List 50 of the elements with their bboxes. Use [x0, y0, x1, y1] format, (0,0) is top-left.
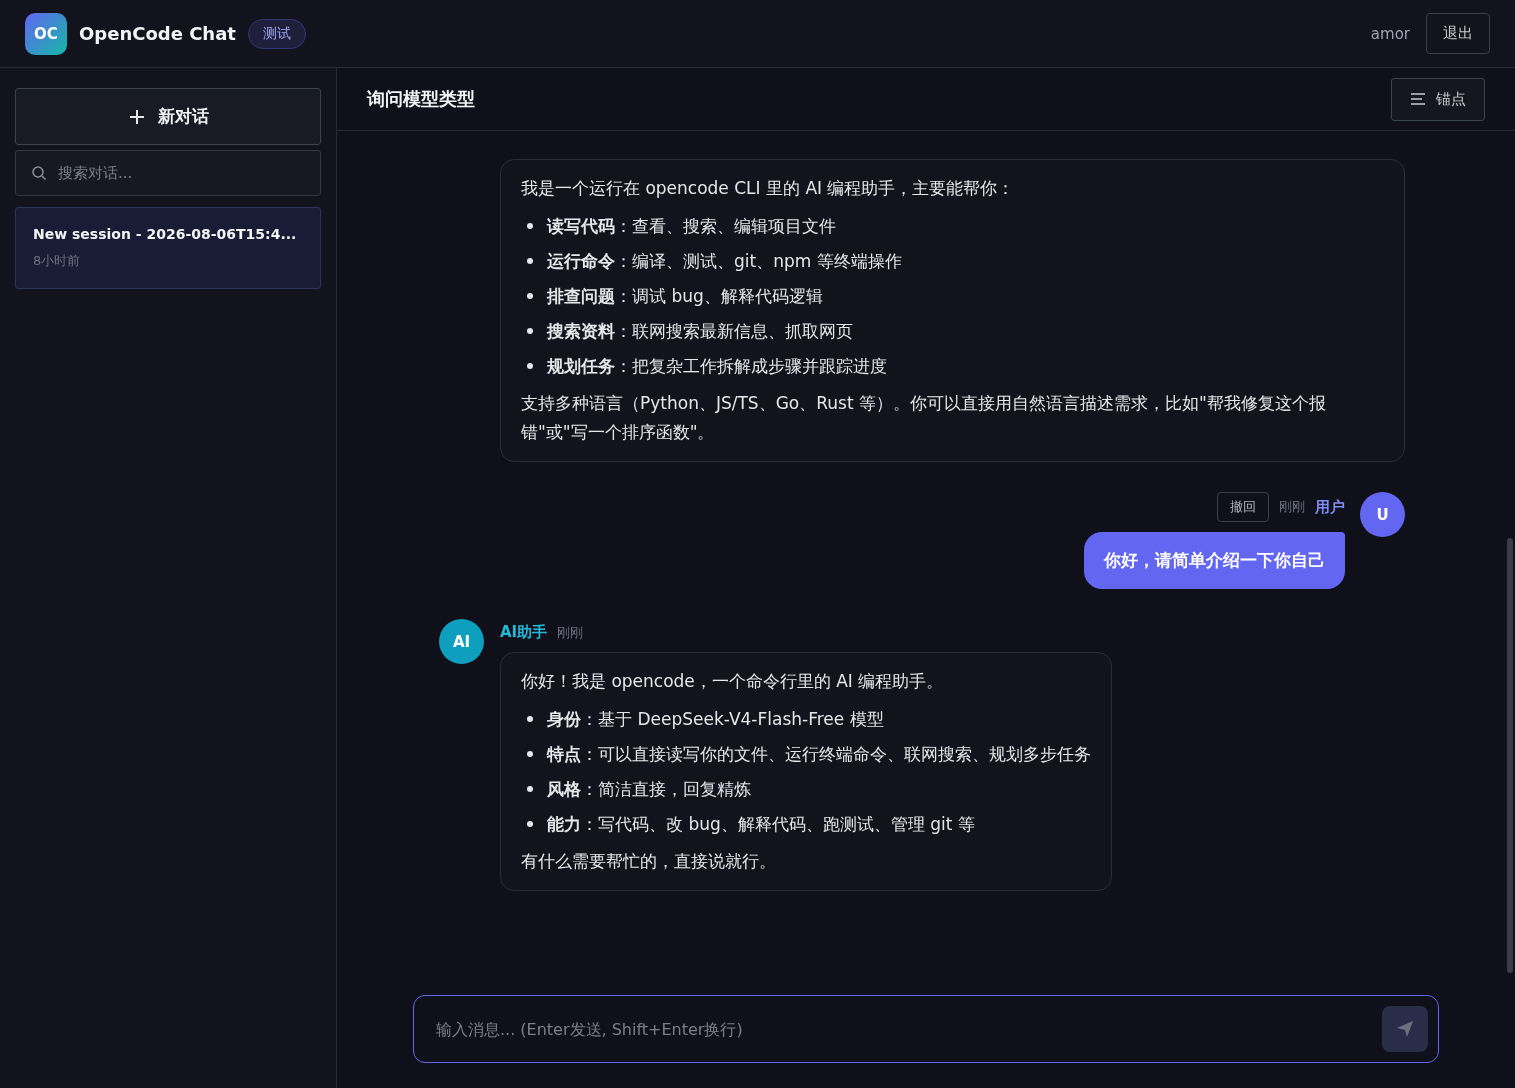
bullet-icon: [527, 786, 533, 792]
message-composer[interactable]: 输入消息... (Enter发送, Shift+Enter换行): [413, 995, 1439, 1063]
list-item-text: 排查问题：调试 bug、解释代码逻辑: [547, 285, 823, 308]
message-time: 刚刚: [1279, 498, 1305, 516]
message-paragraph: 我是一个运行在 opencode CLI 里的 AI 编程助手，主要能帮你：: [521, 177, 1016, 200]
bullet-icon: [527, 258, 533, 264]
sender-name: 用户: [1315, 497, 1345, 517]
list-item-text: 运行命令：编译、测试、git、npm 等终端操作: [547, 250, 902, 273]
assistant-avatar: AI: [439, 619, 484, 664]
search-field[interactable]: 搜索对话...: [15, 150, 321, 196]
list-item-text: 规划任务：把复杂工作拆解成步骤并跟踪进度: [547, 355, 887, 378]
list-item-text: 特点：可以直接读写你的文件、运行终端命令、联网搜索、规划多步任务: [547, 743, 1091, 766]
bullet-icon: [527, 821, 533, 827]
bullet-icon: [527, 328, 533, 334]
logout-button[interactable]: 退出: [1426, 13, 1490, 54]
message-time: 刚刚: [557, 623, 584, 642]
anchor-button[interactable]: 锚点: [1391, 77, 1485, 121]
send-button[interactable]: [1382, 1006, 1428, 1052]
bullet-icon: [527, 751, 533, 757]
bullet-icon: [527, 293, 533, 299]
search-icon: [31, 165, 47, 181]
app-logo: OC: [25, 12, 67, 55]
bullet-icon: [527, 223, 533, 229]
message-paragraph: 支持多种语言（Python、JS/TS、Go、Rust 等）。你可以直接用自然语言描述需求，比如"帮我修复这个报错"或"写一个排序函数"。: [521, 392, 1327, 444]
new-chat-button[interactable]: 新对话: [15, 88, 321, 145]
scrollbar-thumb[interactable]: [1507, 538, 1513, 973]
message-input[interactable]: 输入消息... (Enter发送, Shift+Enter换行): [434, 1008, 1372, 1050]
bullet-icon: [527, 716, 533, 722]
message-paragraph: 你好！我是 opencode，一个命令行里的 AI 编程助手。: [521, 670, 945, 693]
app-title: OpenCode Chat: [79, 23, 236, 44]
list-icon: [1410, 92, 1426, 106]
username: amor: [1370, 24, 1410, 43]
undo-button[interactable]: 撤回: [1217, 492, 1269, 522]
environment-badge: 测试: [247, 18, 306, 49]
list-item-text: 读写代码：查看、搜索、编辑项目文件: [547, 215, 836, 238]
message-paragraph: 有什么需要帮忙的，直接说就行。: [521, 850, 777, 873]
list-item-text: 能力：写代码、改 bug、解释代码、跑测试、管理 git 等: [547, 813, 975, 836]
user-message: 你好，请简单介绍一下你自己: [1084, 532, 1345, 589]
list-item-text: 风格：简洁直接，回复精炼: [547, 778, 751, 801]
chat-title: 询问模型类型: [367, 87, 475, 111]
session-title: New session - 2026-08-06T15:4...: [33, 226, 298, 242]
list-item-text: 身份：基于 DeepSeek-V4-Flash-Free 模型: [547, 708, 884, 731]
user-avatar: U: [1360, 492, 1405, 537]
list-item-text: 搜索资料：联网搜索最新信息、抓取网页: [547, 320, 853, 343]
plus-icon: [127, 107, 146, 126]
send-icon: [1395, 1019, 1415, 1039]
session-item[interactable]: New session - 2026-08-06T15:4... 8小时前: [15, 207, 321, 289]
session-time: 8小时前: [33, 252, 82, 270]
bullet-icon: [527, 363, 533, 369]
sender-name: AI助手: [500, 623, 548, 642]
